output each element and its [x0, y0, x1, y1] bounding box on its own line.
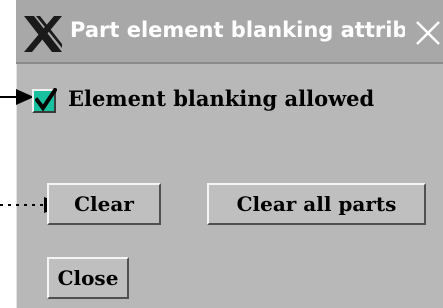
close-icon[interactable]: [413, 16, 443, 50]
clear-all-parts-button[interactable]: Clear all parts: [207, 183, 426, 225]
pointer-arrow-icon: [0, 89, 34, 105]
clear-button[interactable]: Clear: [47, 183, 161, 225]
window-title: Part element blanking attribu: [70, 18, 405, 42]
blanking-allowed-checkbox[interactable]: [32, 88, 57, 113]
x-window-logo-icon: [24, 16, 62, 52]
title-divider: [16, 62, 443, 64]
close-button[interactable]: Close: [47, 257, 129, 299]
checkmark-icon: [35, 88, 57, 112]
checkbox-label: Element blanking allowed: [68, 86, 375, 111]
